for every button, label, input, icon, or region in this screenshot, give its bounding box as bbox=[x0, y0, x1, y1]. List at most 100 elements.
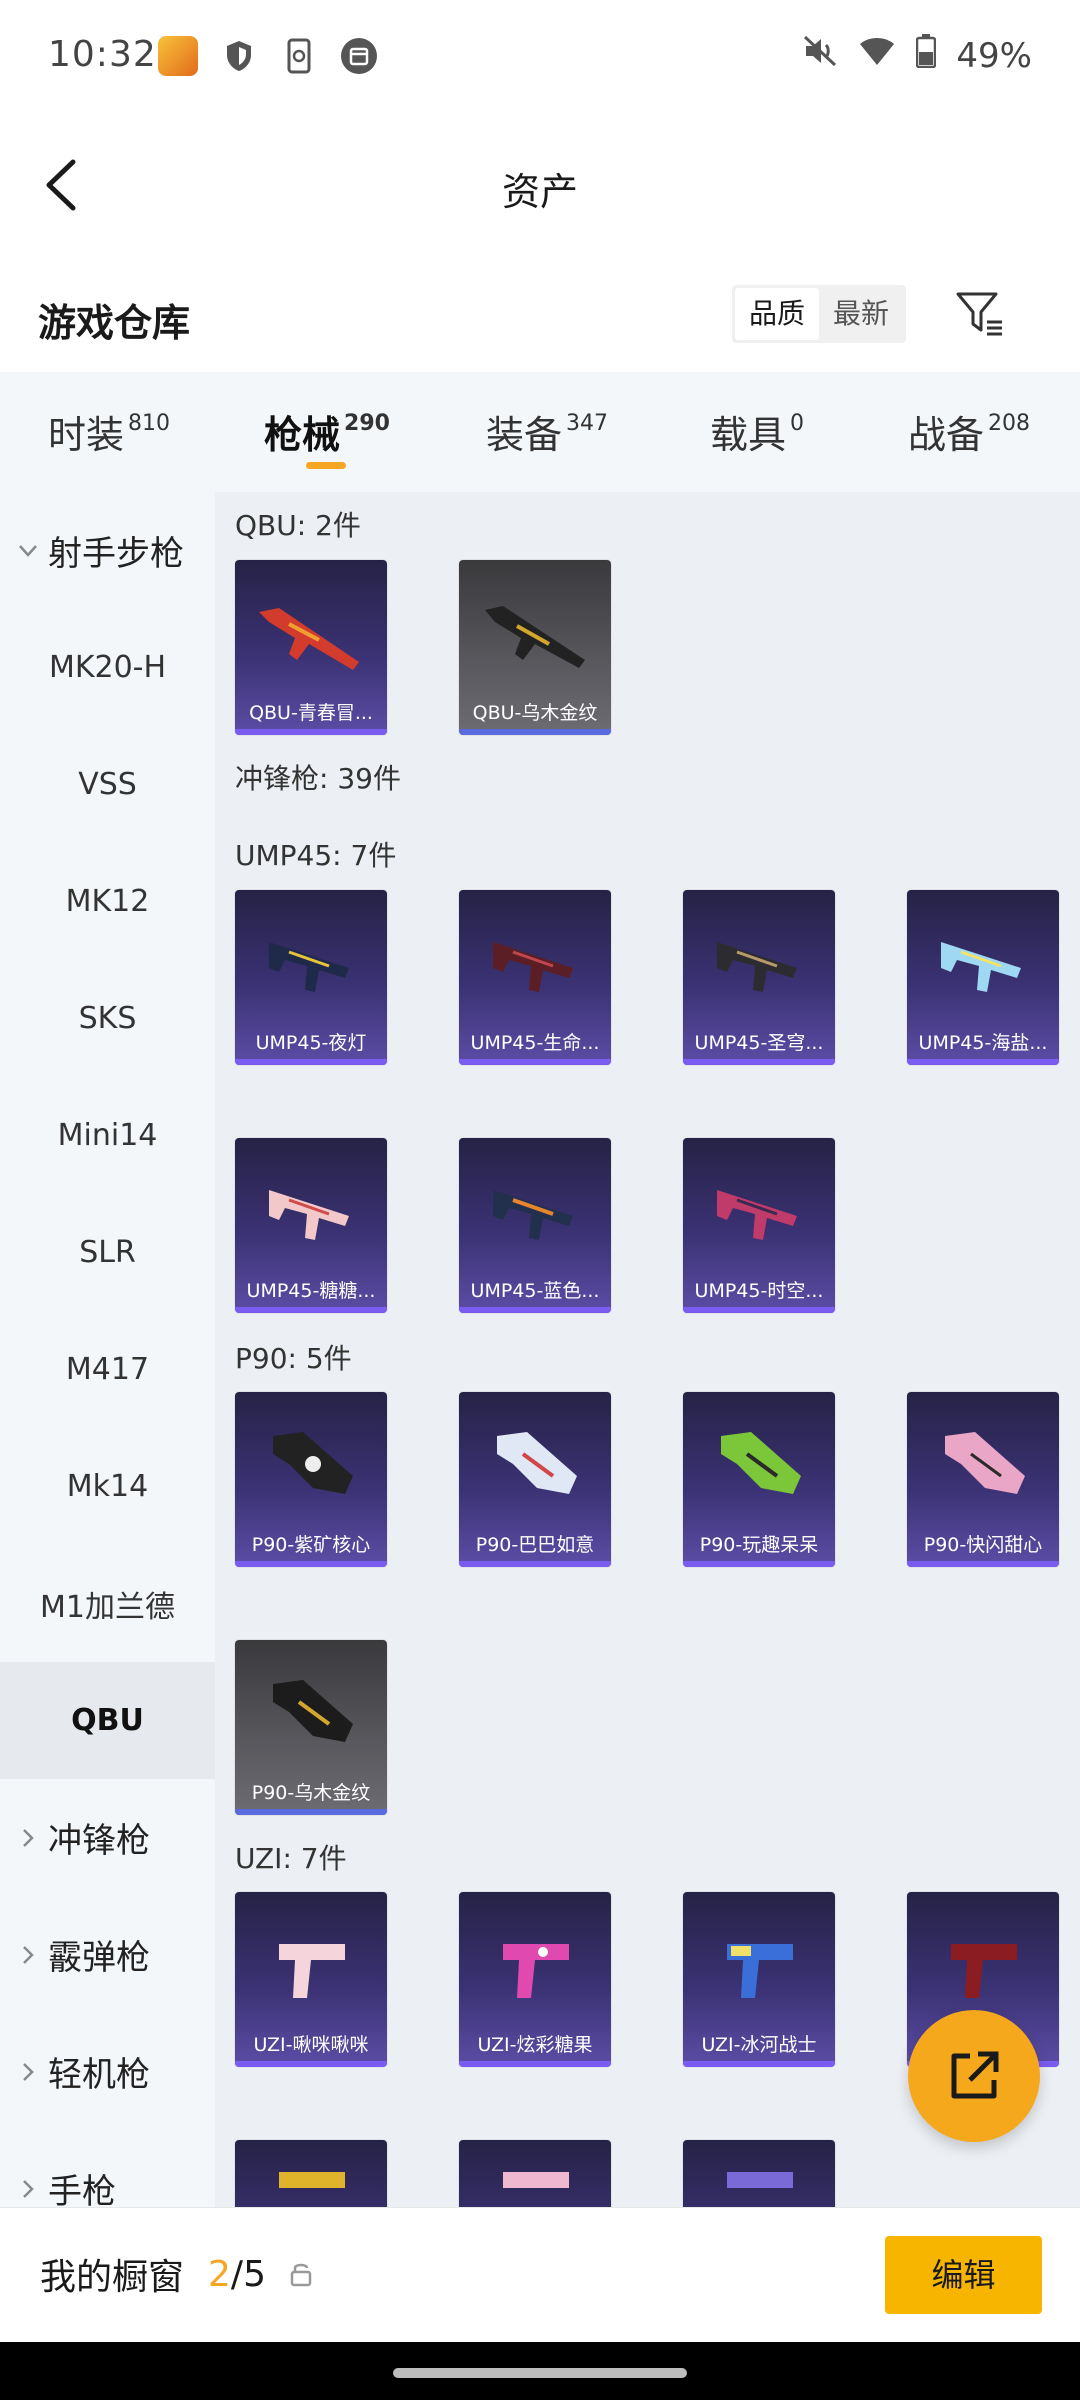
item-card[interactable] bbox=[235, 2140, 387, 2207]
item-name: UMP45-圣穹... bbox=[694, 1032, 824, 1054]
item-card[interactable]: UMP45-糖糖... bbox=[235, 1138, 387, 1313]
warehouse-header: 游戏仓库 品质 最新 bbox=[0, 270, 1080, 370]
p90-skin-icon bbox=[497, 1432, 577, 1494]
sidebar-group-smg[interactable]: 冲锋枪 bbox=[0, 1779, 215, 1896]
sidebar-item-label: 射手步枪 bbox=[48, 534, 184, 574]
battery-icon bbox=[916, 34, 937, 77]
item-card[interactable]: P90-快闪甜心 bbox=[907, 1392, 1059, 1567]
share-external-icon bbox=[951, 2051, 999, 2099]
uzi-skin-icon bbox=[727, 2172, 793, 2188]
sort-quality-button[interactable]: 品质 bbox=[735, 288, 820, 340]
chevron-right-icon bbox=[18, 2062, 38, 2082]
tab-firearms[interactable]: 枪械 290 bbox=[264, 404, 390, 459]
item-name: UMP45-时空... bbox=[694, 1280, 824, 1302]
item-card[interactable]: P90-紫矿核心 bbox=[235, 1392, 387, 1567]
rifle-skin-icon bbox=[259, 608, 359, 670]
sidebar-item-mini14[interactable]: Mini14 bbox=[0, 1077, 215, 1194]
section-label-qbu: QBU: 2件 bbox=[235, 509, 361, 542]
sidebar-item-slr[interactable]: SLR bbox=[0, 1194, 215, 1311]
calendar-icon bbox=[340, 37, 378, 75]
page-title: 资产 bbox=[501, 170, 578, 214]
sidebar-item-sks[interactable]: SKS bbox=[0, 960, 215, 1077]
sidebar-item-label: MK12 bbox=[65, 884, 150, 919]
item-name: QBU-乌木金纹 bbox=[472, 702, 598, 724]
sidebar-item-mk12[interactable]: MK12 bbox=[0, 843, 215, 960]
item-name: P90-快闪甜心 bbox=[923, 1534, 1043, 1556]
sync-phone-icon bbox=[280, 37, 318, 75]
sidebar-item-qbu[interactable]: QBU bbox=[0, 1662, 215, 1779]
item-card[interactable]: UMP45-圣穹... bbox=[683, 890, 835, 1065]
item-card[interactable]: P90-乌木金纹 bbox=[235, 1640, 387, 1815]
uzi-skin-icon bbox=[279, 2172, 345, 2188]
section-label-uzi: UZI: 7件 bbox=[235, 1842, 347, 1875]
sidebar-group-shotgun[interactable]: 霰弹枪 bbox=[0, 1896, 215, 2013]
item-card[interactable] bbox=[683, 2140, 835, 2207]
item-card[interactable]: UMP45-夜灯 bbox=[235, 890, 387, 1065]
tab-vehicles[interactable]: 载具 0 bbox=[710, 404, 804, 459]
sort-newest-button[interactable]: 最新 bbox=[819, 288, 903, 340]
item-name: UZI-啾咪啾咪 bbox=[253, 2034, 369, 2056]
uzi-skin-icon bbox=[727, 1944, 793, 1998]
sidebar-group-pistol[interactable]: 手枪 bbox=[0, 2130, 215, 2207]
uzi-skin-icon bbox=[503, 2172, 569, 2188]
tab-count: 290 bbox=[344, 411, 390, 436]
sidebar-item-m1-garand[interactable]: M1加兰德 bbox=[0, 1545, 215, 1662]
sidebar-item-label: 冲锋枪 bbox=[48, 1821, 150, 1861]
item-card[interactable]: UMP45-蓝色... bbox=[459, 1138, 611, 1313]
filter-button[interactable] bbox=[952, 286, 1008, 342]
item-card[interactable]: UZI-炫彩糖果 bbox=[459, 1892, 611, 2067]
item-card[interactable] bbox=[459, 2140, 611, 2207]
tab-supplies[interactable]: 战备 208 bbox=[908, 404, 1030, 459]
showcase-count-current: 2 bbox=[208, 2253, 231, 2295]
sidebar-item-mk14[interactable]: Mk14 bbox=[0, 1428, 215, 1545]
item-name: UMP45-海盐... bbox=[918, 1032, 1048, 1054]
item-name: UMP45-蓝色... bbox=[470, 1280, 600, 1302]
status-system-icons: 49% bbox=[802, 34, 1032, 77]
top-bar: 资产 bbox=[0, 115, 1080, 255]
sidebar-item-label: QBU bbox=[71, 1703, 144, 1738]
item-card[interactable]: UMP45-海盐... bbox=[907, 890, 1059, 1065]
item-card[interactable]: UZI-冰河战士 bbox=[683, 1892, 835, 2067]
smg-skin-icon bbox=[493, 942, 573, 992]
lock-icon bbox=[290, 2260, 316, 2288]
tab-label: 战备 bbox=[908, 413, 985, 457]
sidebar-item-label: Mk14 bbox=[66, 1469, 149, 1504]
item-card[interactable]: QBU-青春冒... bbox=[235, 560, 387, 735]
smg-skin-icon bbox=[941, 942, 1021, 992]
p90-skin-icon bbox=[273, 1432, 353, 1494]
smg-skin-icon bbox=[717, 942, 797, 992]
sidebar-item-label: M417 bbox=[65, 1352, 150, 1387]
item-name: P90-紫矿核心 bbox=[251, 1534, 371, 1556]
sidebar-group-lmg[interactable]: 轻机枪 bbox=[0, 2013, 215, 2130]
p90-skin-icon bbox=[721, 1432, 801, 1494]
sidebar-item-m417[interactable]: M417 bbox=[0, 1311, 215, 1428]
item-card[interactable]: UMP45-时空... bbox=[683, 1138, 835, 1313]
wifi-icon bbox=[858, 35, 896, 76]
showcase-label: 我的橱窗 bbox=[40, 2257, 185, 2298]
tab-equipment[interactable]: 装备 347 bbox=[486, 404, 608, 459]
item-grid: QBU: 2件 QBU-青春冒... QBU-乌木金纹 冲锋枪: 39件 UMP… bbox=[215, 492, 1080, 2207]
item-card[interactable]: QBU-乌木金纹 bbox=[459, 560, 611, 735]
shield-icon bbox=[220, 37, 258, 75]
tab-fashion[interactable]: 时装 810 bbox=[48, 404, 170, 459]
share-button[interactable] bbox=[908, 2010, 1040, 2142]
item-card[interactable]: UMP45-生命... bbox=[459, 890, 611, 1065]
sidebar-item-vss[interactable]: VSS bbox=[0, 726, 215, 843]
tab-count: 208 bbox=[988, 411, 1031, 436]
sidebar-item-label: MK20-H bbox=[48, 650, 167, 685]
home-gesture-handle[interactable] bbox=[393, 2368, 687, 2378]
item-card[interactable]: P90-玩趣呆呆 bbox=[683, 1392, 835, 1567]
smg-skin-icon bbox=[493, 1190, 573, 1240]
edit-button[interactable]: 编辑 bbox=[885, 2236, 1042, 2314]
sidebar-item-mk20h[interactable]: MK20-H bbox=[0, 609, 215, 726]
status-bar: 10:32 49% bbox=[0, 0, 1080, 115]
sidebar-item-label: SLR bbox=[79, 1235, 136, 1270]
section-label-ump45: UMP45: 7件 bbox=[235, 839, 397, 872]
item-card[interactable]: P90-巴巴如意 bbox=[459, 1392, 611, 1567]
chevron-down-icon bbox=[18, 541, 38, 561]
item-card[interactable]: UZI-啾咪啾咪 bbox=[235, 1892, 387, 2067]
item-name: UMP45-生命... bbox=[470, 1032, 600, 1054]
sidebar-group-marksman-rifle[interactable]: 射手步枪 bbox=[0, 492, 215, 609]
tab-label: 装备 bbox=[486, 413, 563, 457]
showcase-bar: 我的橱窗 2 / 5 编辑 bbox=[0, 2207, 1080, 2342]
